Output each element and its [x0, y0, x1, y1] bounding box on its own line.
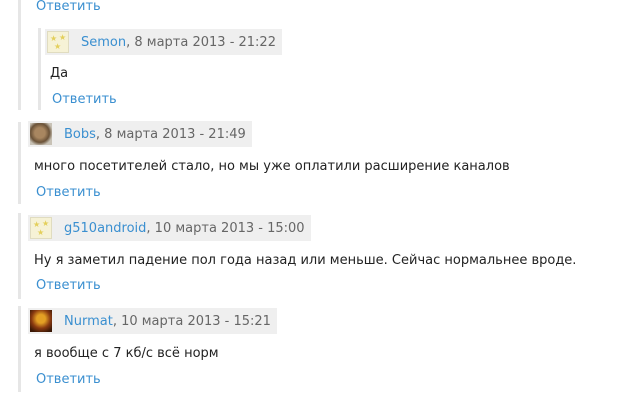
comment-text: Да	[50, 66, 69, 81]
star-icon: ★	[54, 42, 62, 51]
comment-header: Nurmat , 10 марта 2013 - 15:21	[28, 308, 277, 334]
comment-author[interactable]: g510android	[64, 221, 146, 236]
comment-date: , 10 марта 2013 - 15:21	[112, 313, 271, 329]
comment-header: ★ ★ ★ Semon , 8 марта 2013 - 21:22	[45, 29, 282, 55]
thread-line	[18, 213, 21, 299]
avatar[interactable]	[30, 123, 52, 145]
comment-date: , 8 марта 2013 - 21:49	[95, 126, 246, 142]
comment-date: , 10 марта 2013 - 15:00	[146, 220, 305, 236]
avatar[interactable]	[30, 310, 52, 332]
star-icon: ★	[42, 219, 50, 228]
reply-button[interactable]: Ответить	[36, 0, 101, 15]
star-icon: ★	[37, 228, 45, 237]
avatar[interactable]: ★ ★ ★	[47, 31, 69, 53]
thread-line	[18, 306, 21, 392]
reply-button[interactable]: Ответить	[36, 185, 101, 201]
reply-button[interactable]: Ответить	[36, 278, 101, 294]
comment-author[interactable]: Nurmat	[64, 314, 113, 329]
comment-date: , 8 марта 2013 - 21:22	[126, 34, 276, 50]
avatar[interactable]: ★ ★ ★	[30, 217, 52, 239]
comment-author[interactable]: Bobs	[64, 127, 96, 142]
comment-author[interactable]: Semon	[81, 35, 126, 50]
comment-text: я вообще с 7 кб/с всё норм	[34, 346, 219, 361]
comment-text: много посетителей стало, но мы уже оплат…	[34, 159, 510, 174]
comment-header: Bobs , 8 марта 2013 - 21:49	[28, 121, 252, 147]
thread-line-outer	[18, 0, 21, 110]
star-icon: ★	[59, 33, 67, 42]
thread-line-nested	[38, 28, 41, 110]
reply-button[interactable]: Ответить	[36, 372, 101, 388]
reply-button[interactable]: Ответить	[52, 92, 117, 108]
comment-header: ★ ★ ★ g510android , 10 марта 2013 - 15:0…	[28, 215, 311, 241]
comment-text: Ну я заметил падение пол года назад или …	[34, 253, 577, 268]
thread-line	[18, 122, 21, 204]
